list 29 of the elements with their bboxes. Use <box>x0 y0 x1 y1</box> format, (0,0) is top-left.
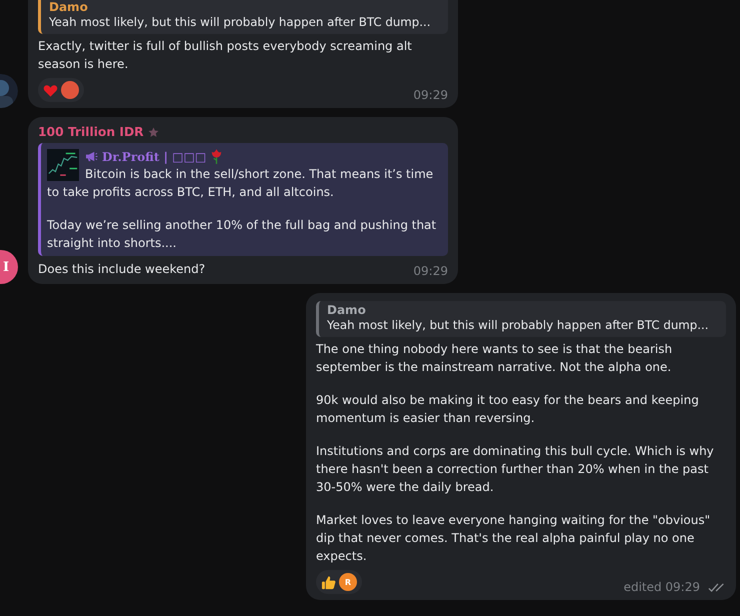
message-text: Market loves to leave everyone hanging waiting for the "obvious" dip that never comes. That's the real alpha painful play no one expects. <box>316 512 712 565</box>
reply-author: Damo <box>49 0 89 14</box>
user-avatar[interactable]: I <box>0 250 18 284</box>
reply-quote[interactable]: Damo Yeah most likely, but this will probably happen after BTC dump... <box>38 0 448 34</box>
reactions-pill[interactable] <box>38 78 84 102</box>
channel-name[interactable]: Dr.Profit | □□□ <box>102 150 206 164</box>
forwarded-text: Bitcoin is back in the sell/short zone. That means it’s time to take profits across BTC, ETH, and all altcoins. <box>47 166 434 201</box>
megaphone-icon <box>85 151 98 162</box>
rose-icon <box>210 148 224 165</box>
thumbs-up-icon <box>321 574 336 590</box>
reply-author: Damo <box>327 303 367 317</box>
star-icon <box>148 126 159 138</box>
sender-name[interactable]: 100 Trillion IDR <box>38 125 144 139</box>
message-text: Does this include weekend? <box>38 261 206 278</box>
reply-quote[interactable]: Damo Yeah most likely, but this will probably happen after BTC dump... <box>316 301 726 337</box>
forwarded-text: Today we’re selling another 10% of the full bag and pushing that straight into shorts.... <box>47 217 438 252</box>
edited-time: edited 09:29 <box>624 580 700 594</box>
message-time: 09:29 <box>413 264 448 278</box>
reactions-pill[interactable]: R <box>316 570 362 594</box>
reply-text: Yeah most likely, but this will probably happen after BTC dump... <box>327 317 710 334</box>
heart-icon <box>43 82 58 98</box>
reactor-avatar: R <box>339 573 357 591</box>
message-text: The one thing nobody here wants to see is that the bearish september is the mainstream narrative. Not the alpha one. <box>316 341 674 376</box>
message-text: Exactly, twitter is full of bullish posts everybody screaming alt season is here. <box>38 38 413 73</box>
reply-text: Yeah most likely, but this will probably happen after BTC dump... <box>49 14 432 31</box>
message-text: 90k would also be making it too easy for the bears and keeping momentum is easier than reversing. <box>316 392 700 427</box>
message-text: Institutions and corps are dominating this bull cycle. Which is why there hasn't been a correction further than 20% when in the past 30-50% were the daily bread. <box>316 443 715 496</box>
forwarded-post[interactable] <box>38 143 448 256</box>
message-time: 09:29 <box>413 88 448 102</box>
